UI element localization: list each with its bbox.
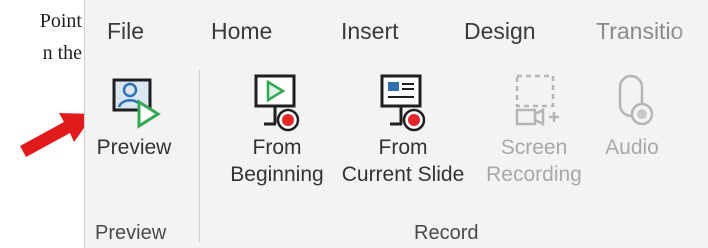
tab-insert[interactable]: Insert <box>341 18 399 45</box>
audio-button[interactable]: Audio <box>597 70 667 161</box>
screen-recording-label-line1: Screen <box>500 136 568 159</box>
from-beginning-button[interactable]: From Beginning <box>217 70 337 188</box>
tab-home[interactable]: Home <box>211 18 272 45</box>
document-text-line-1: Point <box>39 10 82 32</box>
play-from-current-slide-icon <box>380 74 426 132</box>
preview-button[interactable]: Preview <box>89 72 179 161</box>
document-text-line-2: n the <box>42 42 82 64</box>
screen-recording-button[interactable]: Screen Recording <box>479 70 589 188</box>
preview-button-label: Preview <box>96 136 172 159</box>
from-current-label-line2: Current Slide <box>341 163 465 186</box>
record-group-label: Record <box>414 222 479 244</box>
tab-design[interactable]: Design <box>464 18 536 45</box>
ribbon-tabs: File Home Insert Design Transitio <box>85 6 708 50</box>
from-beginning-label-line1: From <box>252 136 302 159</box>
preview-group-label: Preview <box>95 222 167 244</box>
preview-icon <box>112 78 161 129</box>
screen-recording-icon <box>515 74 559 127</box>
tab-file[interactable]: File <box>107 18 144 45</box>
from-beginning-label-line2: Beginning <box>230 163 324 186</box>
screen-recording-label-line2: Recording <box>486 163 582 186</box>
group-separator <box>199 70 200 242</box>
play-from-beginning-icon <box>254 74 300 132</box>
audio-label: Audio <box>605 136 659 159</box>
ribbon-fade-edge <box>673 0 708 248</box>
ribbon: File Home Insert Design Transitio Previe… <box>84 0 708 248</box>
tab-transitions[interactable]: Transitio <box>596 18 683 45</box>
from-current-label-line1: From <box>378 136 428 159</box>
from-current-slide-button[interactable]: From Current Slide <box>333 70 473 188</box>
audio-icon <box>618 74 654 126</box>
